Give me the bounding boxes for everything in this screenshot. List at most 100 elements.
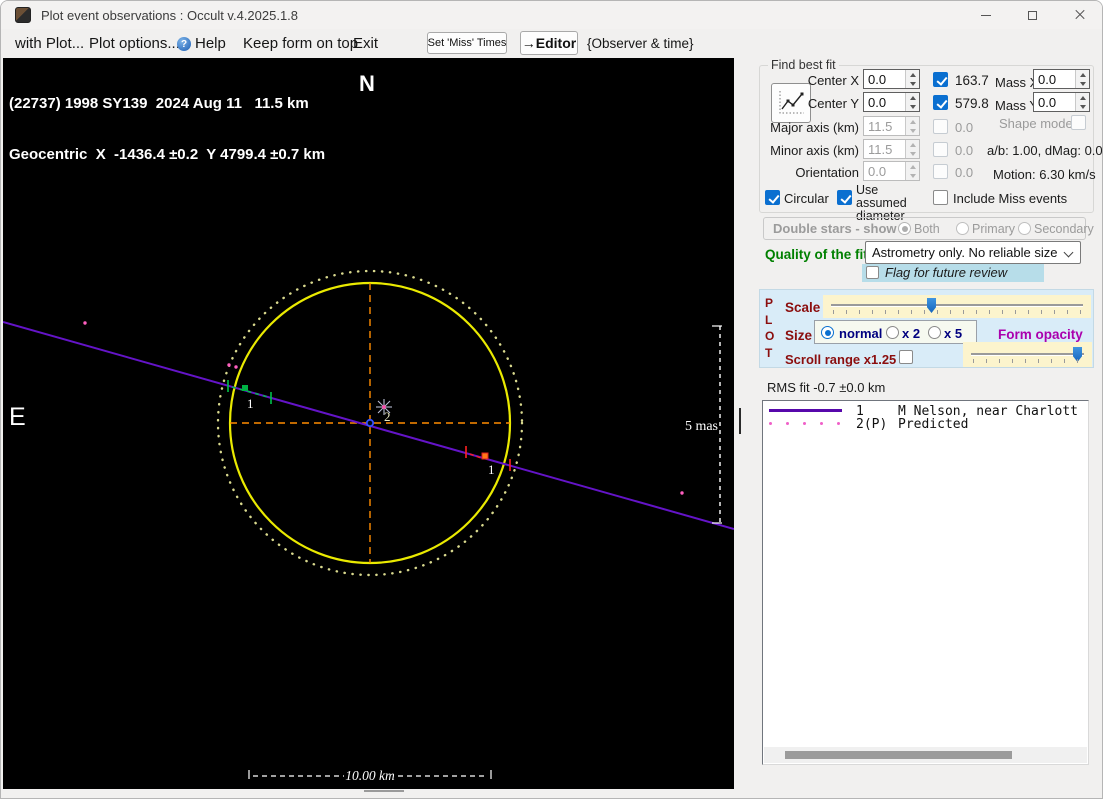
fit-major-axis-checkbox bbox=[933, 119, 948, 134]
size-radio-group: normal x 2 x 5 bbox=[814, 320, 977, 344]
form-opacity-label: Form opacity bbox=[998, 327, 1083, 342]
circular-checkbox[interactable] bbox=[765, 190, 780, 205]
center-x-down-icon[interactable] bbox=[906, 79, 919, 88]
shape-model-checkbox bbox=[1071, 115, 1086, 130]
center-y-spinner[interactable]: 0.0 bbox=[863, 92, 920, 112]
size-x2-radio[interactable] bbox=[886, 326, 899, 339]
editor-button[interactable]: →Editor bbox=[520, 31, 578, 55]
center-y-label: Center Y bbox=[807, 96, 859, 111]
size-x5-label: x 5 bbox=[944, 326, 963, 341]
minimize-button[interactable] bbox=[963, 1, 1009, 29]
center-x-label: Center X bbox=[807, 73, 859, 88]
orientation-spinner[interactable]: 0.0 bbox=[863, 161, 920, 181]
double-stars-both-radio bbox=[898, 222, 911, 235]
plot-header-line2: Geocentric X -1436.4 ±0.2 Y 4799.4 ±0.7 … bbox=[9, 146, 326, 163]
center-x-up-icon[interactable] bbox=[906, 70, 919, 79]
double-stars-title: Double stars - show bbox=[773, 221, 897, 236]
motion-label: Motion: 6.30 km/s bbox=[993, 167, 1096, 182]
plot-header: (22737) 1998 SY139 2024 Aug 11 11.5 km G… bbox=[9, 61, 325, 197]
close-icon bbox=[1074, 9, 1086, 21]
listbox-hscrollbar-thumb[interactable] bbox=[785, 751, 1012, 759]
scale-slider[interactable] bbox=[823, 295, 1091, 318]
double-stars-secondary-radio bbox=[1018, 222, 1031, 235]
form-opacity-slider[interactable] bbox=[963, 342, 1092, 367]
circular-label: Circular bbox=[784, 191, 829, 206]
mass-x-label: Mass X bbox=[995, 75, 1039, 90]
size-label: Size bbox=[785, 328, 813, 343]
titlebar: Plot event observations : Occult v.4.202… bbox=[1, 1, 1102, 29]
double-stars-primary-label: Primary bbox=[972, 222, 1016, 236]
chord-label-right: 1 bbox=[488, 462, 495, 477]
close-button[interactable] bbox=[1057, 1, 1102, 29]
menu-help[interactable]: Help bbox=[195, 35, 226, 52]
major-axis-fit-value: 0.0 bbox=[955, 120, 974, 135]
mass-x-spinner[interactable]: 0.0 bbox=[1033, 69, 1090, 89]
fit-orientation-checkbox bbox=[933, 164, 948, 179]
center-x-spinner[interactable]: 0.0 bbox=[863, 69, 920, 89]
window-title: Plot event observations : Occult v.4.202… bbox=[41, 8, 299, 23]
major-axis-label: Major axis (km) bbox=[770, 120, 859, 135]
minor-axis-fit-value: 0.0 bbox=[955, 143, 974, 158]
menubar: with Plot... Plot options... ? Help Keep… bbox=[1, 29, 1102, 58]
plot-vertical-label: PLOT bbox=[765, 296, 775, 360]
listbox-hscrollbar[interactable] bbox=[764, 747, 1087, 763]
find-best-fit-legend: Find best fit bbox=[768, 58, 839, 72]
menu-keep-on-top[interactable]: Keep form on top bbox=[243, 35, 358, 52]
fit-minor-axis-checkbox bbox=[933, 142, 948, 157]
plot-canvas[interactable]: 2 1 1 5 mas 10.00 km (22737) 1998 SY139 … bbox=[3, 58, 734, 789]
use-assumed-diameter-checkbox[interactable] bbox=[837, 190, 852, 205]
predicted-legend-dot bbox=[769, 422, 772, 425]
chord-label-left: 1 bbox=[247, 396, 254, 411]
size-x5-radio[interactable] bbox=[928, 326, 941, 339]
help-icon[interactable]: ? bbox=[177, 37, 191, 51]
observer-time-label: {Observer & time} bbox=[587, 36, 694, 51]
flag-review-label: Flag for future review bbox=[885, 265, 1008, 280]
quality-combobox[interactable]: Astrometry only. No reliable size bbox=[865, 241, 1081, 264]
plot-settings-panel: PLOT Scale Size normal x 2 x 5 Form opac… bbox=[759, 289, 1094, 368]
legend-row2-name: Predicted bbox=[898, 417, 969, 432]
scale-bar-label: 10.00 km bbox=[345, 768, 395, 783]
include-miss-events-checkbox[interactable] bbox=[933, 190, 948, 205]
scroll-range-checkbox[interactable] bbox=[899, 350, 913, 364]
chevron-down-icon bbox=[1063, 247, 1074, 258]
minor-axis-spinner[interactable]: 11.5 bbox=[863, 139, 920, 159]
rms-fit-label: RMS fit -0.7 ±0.0 km bbox=[767, 380, 886, 395]
chord-legend-swatch bbox=[769, 409, 842, 412]
double-stars-secondary-label: Secondary bbox=[1034, 222, 1094, 236]
splitter-handle[interactable] bbox=[739, 408, 741, 434]
reappearance-markers: 1 bbox=[465, 446, 511, 477]
predicted-label: 2 bbox=[384, 409, 391, 424]
scroll-range-label: Scroll range x1.25 bbox=[785, 352, 897, 367]
center-x-fit-value: 163.7 bbox=[955, 73, 989, 88]
scale-label: Scale bbox=[785, 300, 821, 315]
maximize-icon bbox=[1027, 10, 1037, 20]
quality-value: Astrometry only. No reliable size bbox=[872, 245, 1058, 260]
quality-label: Quality of the fit bbox=[765, 247, 868, 262]
size-normal-radio[interactable] bbox=[821, 326, 834, 339]
double-stars-primary-radio bbox=[956, 222, 969, 235]
orientation-fit-value: 0.0 bbox=[955, 165, 974, 180]
center-y-fit-value: 579.8 bbox=[955, 96, 989, 111]
app-icon bbox=[15, 7, 31, 23]
maximize-button[interactable] bbox=[1009, 1, 1055, 29]
size-x2-label: x 2 bbox=[902, 326, 921, 341]
observations-listbox[interactable]: 1 M Nelson, near Charlott 2(P) Predicted bbox=[762, 400, 1089, 765]
major-axis-spinner[interactable]: 11.5 bbox=[863, 116, 920, 136]
menu-plot-options[interactable]: Plot options... bbox=[89, 35, 180, 52]
center-dot bbox=[365, 418, 375, 428]
plot-header-line1: (22737) 1998 SY139 2024 Aug 11 11.5 km bbox=[9, 95, 309, 112]
orientation-label: Orientation bbox=[795, 165, 859, 180]
plot-mini-scrollbar[interactable] bbox=[364, 790, 404, 792]
mass-y-spinner[interactable]: 0.0 bbox=[1033, 92, 1090, 112]
predicted-star-marker: 2 bbox=[376, 399, 392, 424]
menu-with-plot[interactable]: with Plot... bbox=[15, 35, 84, 52]
fit-center-x-checkbox[interactable] bbox=[933, 72, 948, 87]
mass-y-label: Mass Y bbox=[995, 98, 1039, 113]
set-miss-times-button[interactable]: Set 'Miss' Times bbox=[427, 32, 507, 54]
east-label: E bbox=[9, 403, 26, 431]
fit-center-y-checkbox[interactable] bbox=[933, 95, 948, 110]
double-stars-both-label: Both bbox=[914, 222, 940, 236]
shape-model-label: Shape model bbox=[999, 116, 1076, 131]
menu-exit[interactable]: Exit bbox=[353, 35, 378, 52]
flag-review-checkbox[interactable] bbox=[866, 266, 879, 279]
